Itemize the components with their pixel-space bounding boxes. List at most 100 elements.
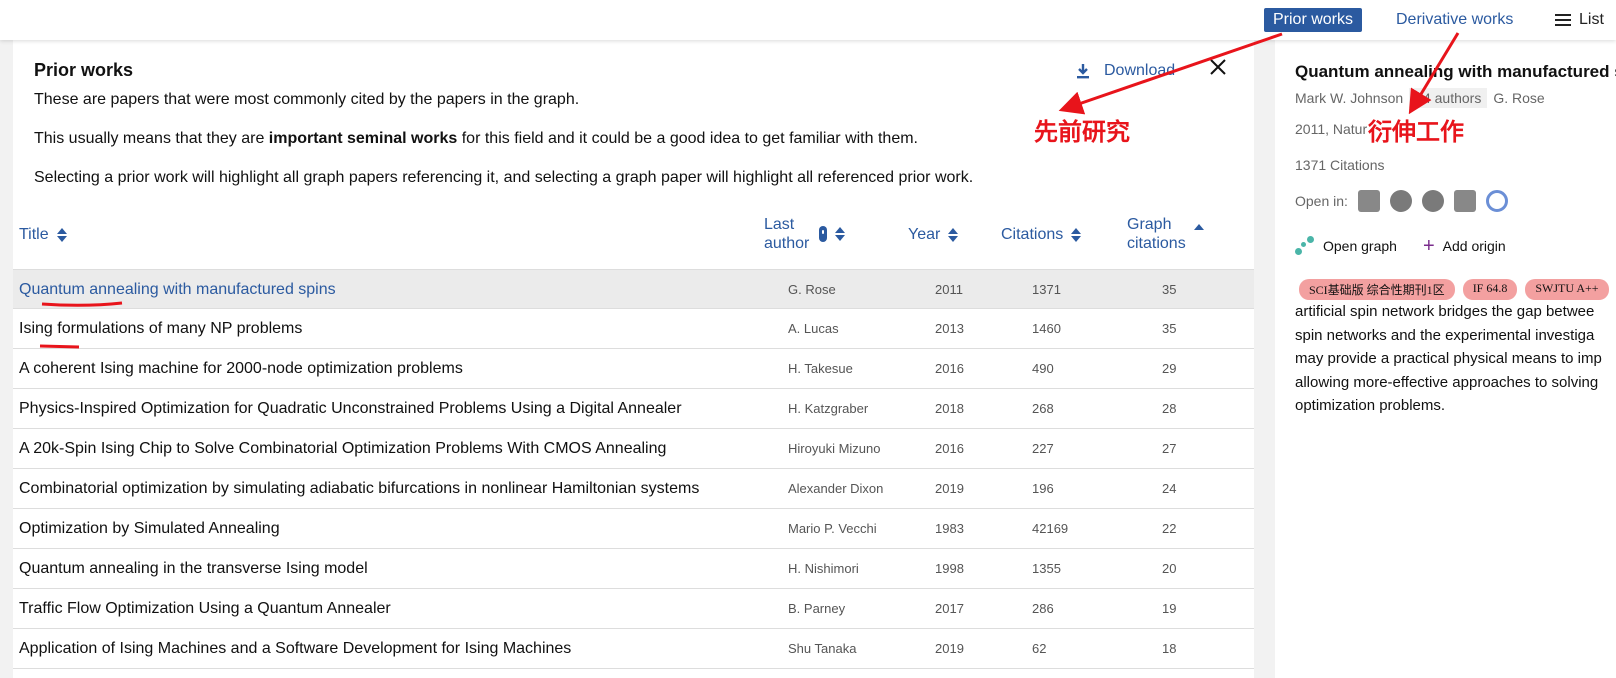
row-last-author: H. Nishimori bbox=[788, 561, 859, 576]
row-title[interactable]: Traffic Flow Optimization Using a Quantu… bbox=[19, 589, 391, 629]
column-header-title[interactable]: Title bbox=[19, 225, 67, 244]
row-graph-citations: 20 bbox=[1162, 561, 1177, 576]
row-title[interactable]: Ising formulations of many NP problems bbox=[19, 309, 302, 349]
sort-icon bbox=[1071, 227, 1082, 242]
annotation-prior-works: 先前研究 bbox=[1034, 119, 1130, 146]
row-title[interactable]: Physics-Inspired Optimization for Quadra… bbox=[19, 389, 682, 429]
plus-icon: + bbox=[1422, 235, 1435, 257]
row-year: 2013 bbox=[935, 321, 964, 336]
doi-icon[interactable] bbox=[1389, 190, 1412, 212]
column-header-citations[interactable]: Citations bbox=[1001, 225, 1082, 244]
sort-icon bbox=[948, 227, 959, 242]
table-row[interactable]: Combinatorial optimization by simulating… bbox=[13, 469, 1254, 509]
first-author[interactable]: Mark W. Johnson bbox=[1295, 90, 1403, 106]
intro-emphasis: important seminal works bbox=[268, 130, 458, 147]
column-header-last-author[interactable]: Last author bbox=[764, 215, 846, 253]
row-title[interactable]: Combinatorial optimization by simulating… bbox=[19, 469, 699, 509]
paper-authors: Mark W. Johnson 24 authors G. Rose bbox=[1295, 88, 1545, 108]
annotation-derivative-works: 衍伸工作 bbox=[1368, 119, 1464, 146]
filter-toggle-icon[interactable] bbox=[819, 226, 828, 242]
authors-more-button[interactable]: 24 authors bbox=[1409, 88, 1488, 108]
semantic-scholar-icon[interactable] bbox=[1357, 190, 1380, 212]
close-icon[interactable] bbox=[1207, 56, 1229, 78]
intro-text-3: Selecting a prior work will highlight al… bbox=[34, 169, 974, 186]
row-year: 2016 bbox=[935, 441, 964, 456]
table-row[interactable]: Application of Ising Machines and a Soft… bbox=[13, 629, 1254, 669]
row-graph-citations: 24 bbox=[1162, 481, 1177, 496]
row-citations: 490 bbox=[1032, 361, 1054, 376]
row-title[interactable]: A 20k-Spin Ising Chip to Solve Combinato… bbox=[19, 429, 666, 469]
paper-title[interactable]: Quantum annealing with manufactured s bbox=[1295, 62, 1616, 82]
intro-text-2: This usually means that they are importa… bbox=[34, 130, 918, 147]
table-row[interactable]: Physics-Inspired Optimization for Quadra… bbox=[13, 389, 1254, 429]
row-graph-citations: 35 bbox=[1162, 282, 1177, 297]
sort-icon bbox=[56, 227, 67, 242]
column-header-year[interactable]: Year bbox=[908, 225, 959, 244]
row-citations: 286 bbox=[1032, 601, 1054, 616]
table-row[interactable]: Ising formulations of many NP problems A.… bbox=[13, 309, 1254, 349]
table-header: Title Last author Year Citations Graph cit… bbox=[13, 215, 1254, 265]
row-title[interactable]: Optimization by Simulated Annealing bbox=[19, 509, 280, 549]
paper-abstract: artificial spin network bridges the gap … bbox=[1295, 303, 1602, 414]
pubmed-icon[interactable] bbox=[1485, 190, 1508, 212]
row-title[interactable]: Application of Ising Machines and a Soft… bbox=[19, 629, 571, 669]
microsoft-academic-icon[interactable] bbox=[1453, 190, 1476, 212]
top-bar: Prior works Derivative works List bbox=[0, 0, 1616, 40]
row-title[interactable]: A coherent Ising machine for 2000-node o… bbox=[19, 349, 463, 389]
add-origin-button[interactable]: + Add origin bbox=[1423, 236, 1506, 256]
table-row[interactable]: Optimization by Simulated Annealing Mario… bbox=[13, 509, 1254, 549]
row-year: 1998 bbox=[935, 561, 964, 576]
row-citations: 1371 bbox=[1032, 282, 1061, 297]
open-in-label: Open in: bbox=[1295, 193, 1348, 209]
table-body: Quantum annealing with manufactured spin… bbox=[13, 269, 1254, 669]
row-graph-citations: 28 bbox=[1162, 401, 1177, 416]
row-graph-citations: 29 bbox=[1162, 361, 1177, 376]
row-citations: 62 bbox=[1032, 641, 1047, 656]
table-row[interactable]: Traffic Flow Optimization Using a Quantu… bbox=[13, 589, 1254, 629]
row-graph-citations: 22 bbox=[1162, 521, 1177, 536]
tag-badge: SWJTU A++ bbox=[1525, 279, 1609, 300]
row-graph-citations: 19 bbox=[1162, 601, 1177, 616]
download-button[interactable]: Download bbox=[1076, 62, 1175, 80]
row-last-author: Alexander Dixon bbox=[788, 481, 884, 496]
tab-derivative-works[interactable]: Derivative works bbox=[1387, 8, 1522, 32]
download-icon bbox=[1077, 64, 1089, 79]
download-label: Download bbox=[1104, 62, 1176, 79]
row-title[interactable]: Quantum annealing in the transverse Isin… bbox=[19, 549, 368, 589]
row-citations: 227 bbox=[1032, 441, 1054, 456]
table-row[interactable]: Quantum annealing in the transverse Isin… bbox=[13, 549, 1254, 589]
row-last-author: H. Katzgraber bbox=[788, 401, 869, 416]
panel-title: Prior works bbox=[34, 60, 134, 80]
google-scholar-icon[interactable] bbox=[1421, 190, 1444, 212]
row-title[interactable]: Quantum annealing with manufactured spin… bbox=[19, 270, 336, 310]
table-row[interactable]: Quantum annealing with manufactured spin… bbox=[13, 269, 1254, 309]
intro-text-1: These are papers that were most commonly… bbox=[34, 91, 580, 108]
paper-meta: 2011, Natur bbox=[1295, 121, 1368, 137]
open-in-row: Open in: bbox=[1295, 190, 1508, 212]
row-citations: 1355 bbox=[1032, 561, 1061, 576]
tab-list[interactable]: List bbox=[1546, 8, 1613, 32]
row-year: 1983 bbox=[935, 521, 964, 536]
row-last-author: B. Parney bbox=[788, 601, 846, 616]
row-year: 2019 bbox=[935, 641, 964, 656]
table-row[interactable]: A 20k-Spin Ising Chip to Solve Combinato… bbox=[13, 429, 1254, 469]
graph-icon bbox=[1295, 236, 1315, 256]
table-row[interactable]: A coherent Ising machine for 2000-node o… bbox=[13, 349, 1254, 389]
tag-badge: IF 64.8 bbox=[1462, 279, 1518, 300]
column-header-graph-citations[interactable]: Graph citations bbox=[1127, 215, 1204, 253]
row-year: 2017 bbox=[935, 601, 964, 616]
row-year: 2019 bbox=[935, 481, 964, 496]
open-graph-button[interactable]: Open graph bbox=[1295, 236, 1397, 256]
tag-badge: SCI基础版 综合性期刊1区 bbox=[1299, 279, 1455, 300]
last-author[interactable]: G. Rose bbox=[1493, 90, 1544, 106]
tab-prior-works[interactable]: Prior works bbox=[1264, 8, 1363, 32]
paper-actions: Open graph + Add origin bbox=[1295, 236, 1506, 256]
row-year: 2011 bbox=[935, 282, 963, 297]
add-origin-label: Add origin bbox=[1442, 238, 1506, 254]
paper-citations: 1371 Citations bbox=[1295, 157, 1385, 173]
sort-ascending-icon bbox=[1193, 224, 1204, 230]
row-last-author: Hiroyuki Mizuno bbox=[788, 441, 881, 456]
sort-icon bbox=[835, 227, 846, 241]
row-citations: 196 bbox=[1032, 481, 1054, 496]
row-last-author: H. Takesue bbox=[788, 361, 853, 376]
